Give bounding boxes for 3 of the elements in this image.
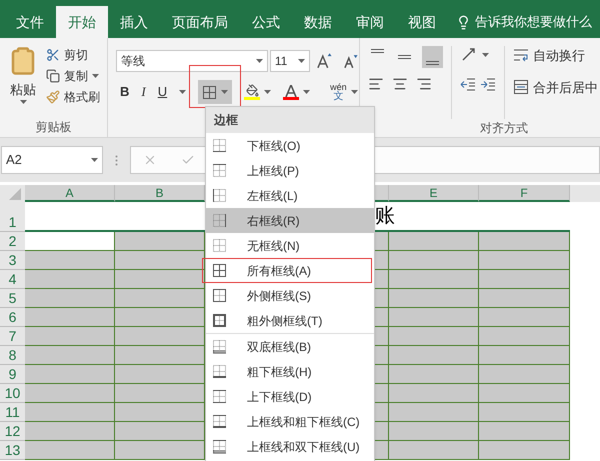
group-label: 对齐方式 <box>480 120 528 137</box>
menu-header: 边框 <box>206 107 374 133</box>
group-label: 剪贴板 <box>36 119 72 136</box>
